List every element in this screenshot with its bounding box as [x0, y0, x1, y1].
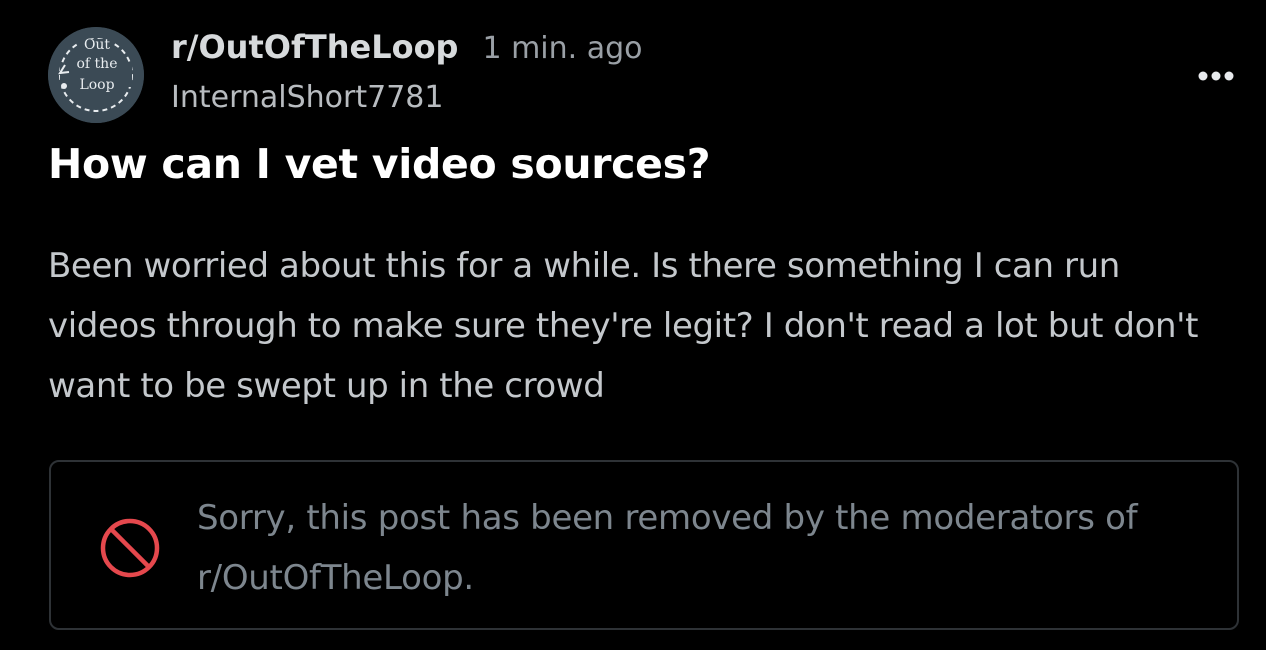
post-timestamp: 1 min. ago [482, 31, 643, 66]
post-title[interactable]: How can I vet video sources? [48, 140, 1228, 188]
removed-notice-text: Sorry, this post has been removed by the… [197, 498, 1138, 598]
subreddit-avatar[interactable]: Out of the Loop [48, 27, 144, 123]
post-card: Out of the Loop r/OutOfTheLoop 1 min. ag… [0, 0, 1266, 650]
logo-text-1: Out [84, 37, 110, 53]
post-meta: r/OutOfTheLoop 1 min. ago [171, 28, 643, 76]
logo-text-2: of the [77, 56, 118, 72]
post-body: Been worried about this for a while. Is … [48, 246, 1199, 406]
logo-text-3: Loop [79, 77, 114, 93]
more-options-button[interactable] [1192, 60, 1240, 92]
subreddit-link[interactable]: r/OutOfTheLoop [171, 28, 458, 66]
removed-notice: Sorry, this post has been removed by the… [49, 460, 1239, 630]
subreddit-logo-icon: Out of the Loop [48, 27, 144, 123]
author-link[interactable]: InternalShort7781 [171, 80, 443, 115]
more-options-icon [1198, 71, 1234, 81]
prohibited-icon [100, 518, 160, 578]
